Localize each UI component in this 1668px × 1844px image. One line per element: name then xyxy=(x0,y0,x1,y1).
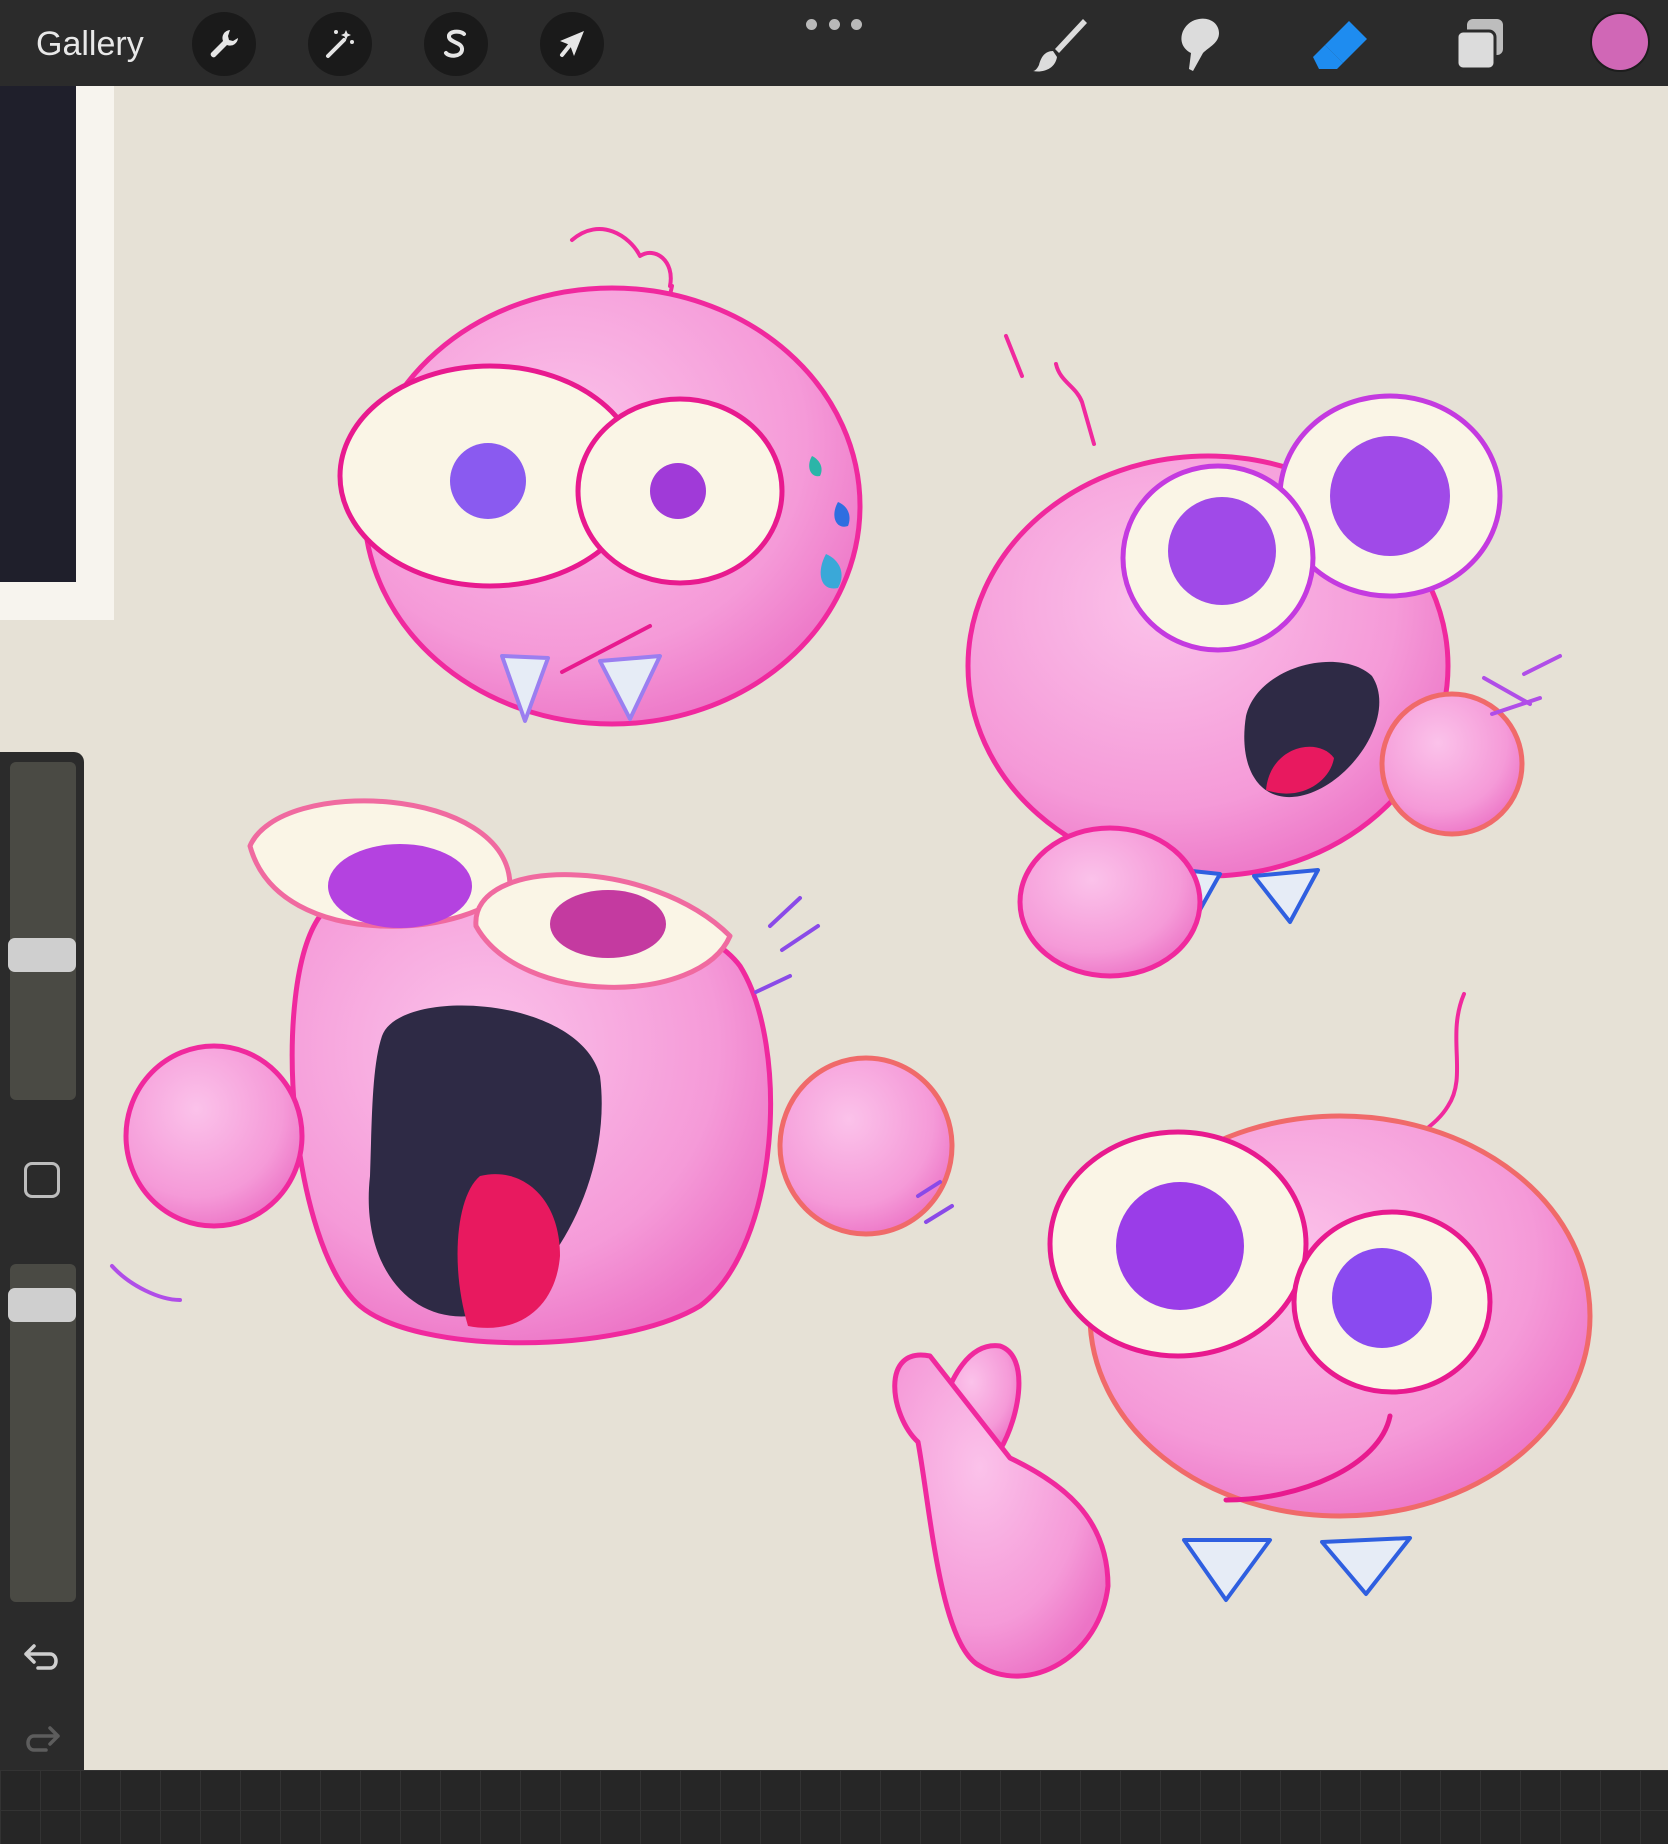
gallery-button[interactable]: Gallery xyxy=(36,22,144,66)
wrench-icon xyxy=(210,30,238,58)
canvas-artwork xyxy=(110,227,1593,1679)
actions-button[interactable] xyxy=(192,12,256,76)
smudge-button[interactable] xyxy=(1166,10,1234,78)
layers-button[interactable] xyxy=(1446,10,1514,78)
redo-icon[interactable] xyxy=(20,1716,64,1760)
dizzy-shocked-character xyxy=(965,334,1562,979)
bottom-workspace xyxy=(0,1770,1668,1844)
layers-icon xyxy=(1455,19,1503,71)
brush-size-thumb[interactable] xyxy=(8,938,76,973)
selection-s-icon xyxy=(444,29,466,58)
brush-icon xyxy=(1033,19,1087,72)
smudge-icon xyxy=(1181,18,1219,71)
undo-icon[interactable] xyxy=(20,1634,64,1678)
magic-wand-icon xyxy=(326,30,354,58)
eraser-button[interactable] xyxy=(1306,10,1374,78)
brush-size-slider[interactable] xyxy=(10,762,76,1100)
square-modify-icon[interactable] xyxy=(24,1162,60,1198)
adjustments-button[interactable] xyxy=(308,12,372,76)
transform-button[interactable] xyxy=(540,12,604,76)
arrow-cursor-icon xyxy=(560,31,584,57)
more-dots-icon[interactable] xyxy=(806,14,862,34)
top-toolbar: Gallery xyxy=(0,0,1668,86)
opacity-thumb[interactable] xyxy=(8,1288,76,1323)
color-picker-button[interactable] xyxy=(1592,14,1648,70)
screaming-character xyxy=(110,798,955,1346)
worried-character xyxy=(337,227,863,727)
selection-button[interactable] xyxy=(424,12,488,76)
brush-button[interactable] xyxy=(1026,10,1094,78)
eraser-icon xyxy=(1313,21,1367,69)
thumbs-up-character xyxy=(892,992,1593,1679)
